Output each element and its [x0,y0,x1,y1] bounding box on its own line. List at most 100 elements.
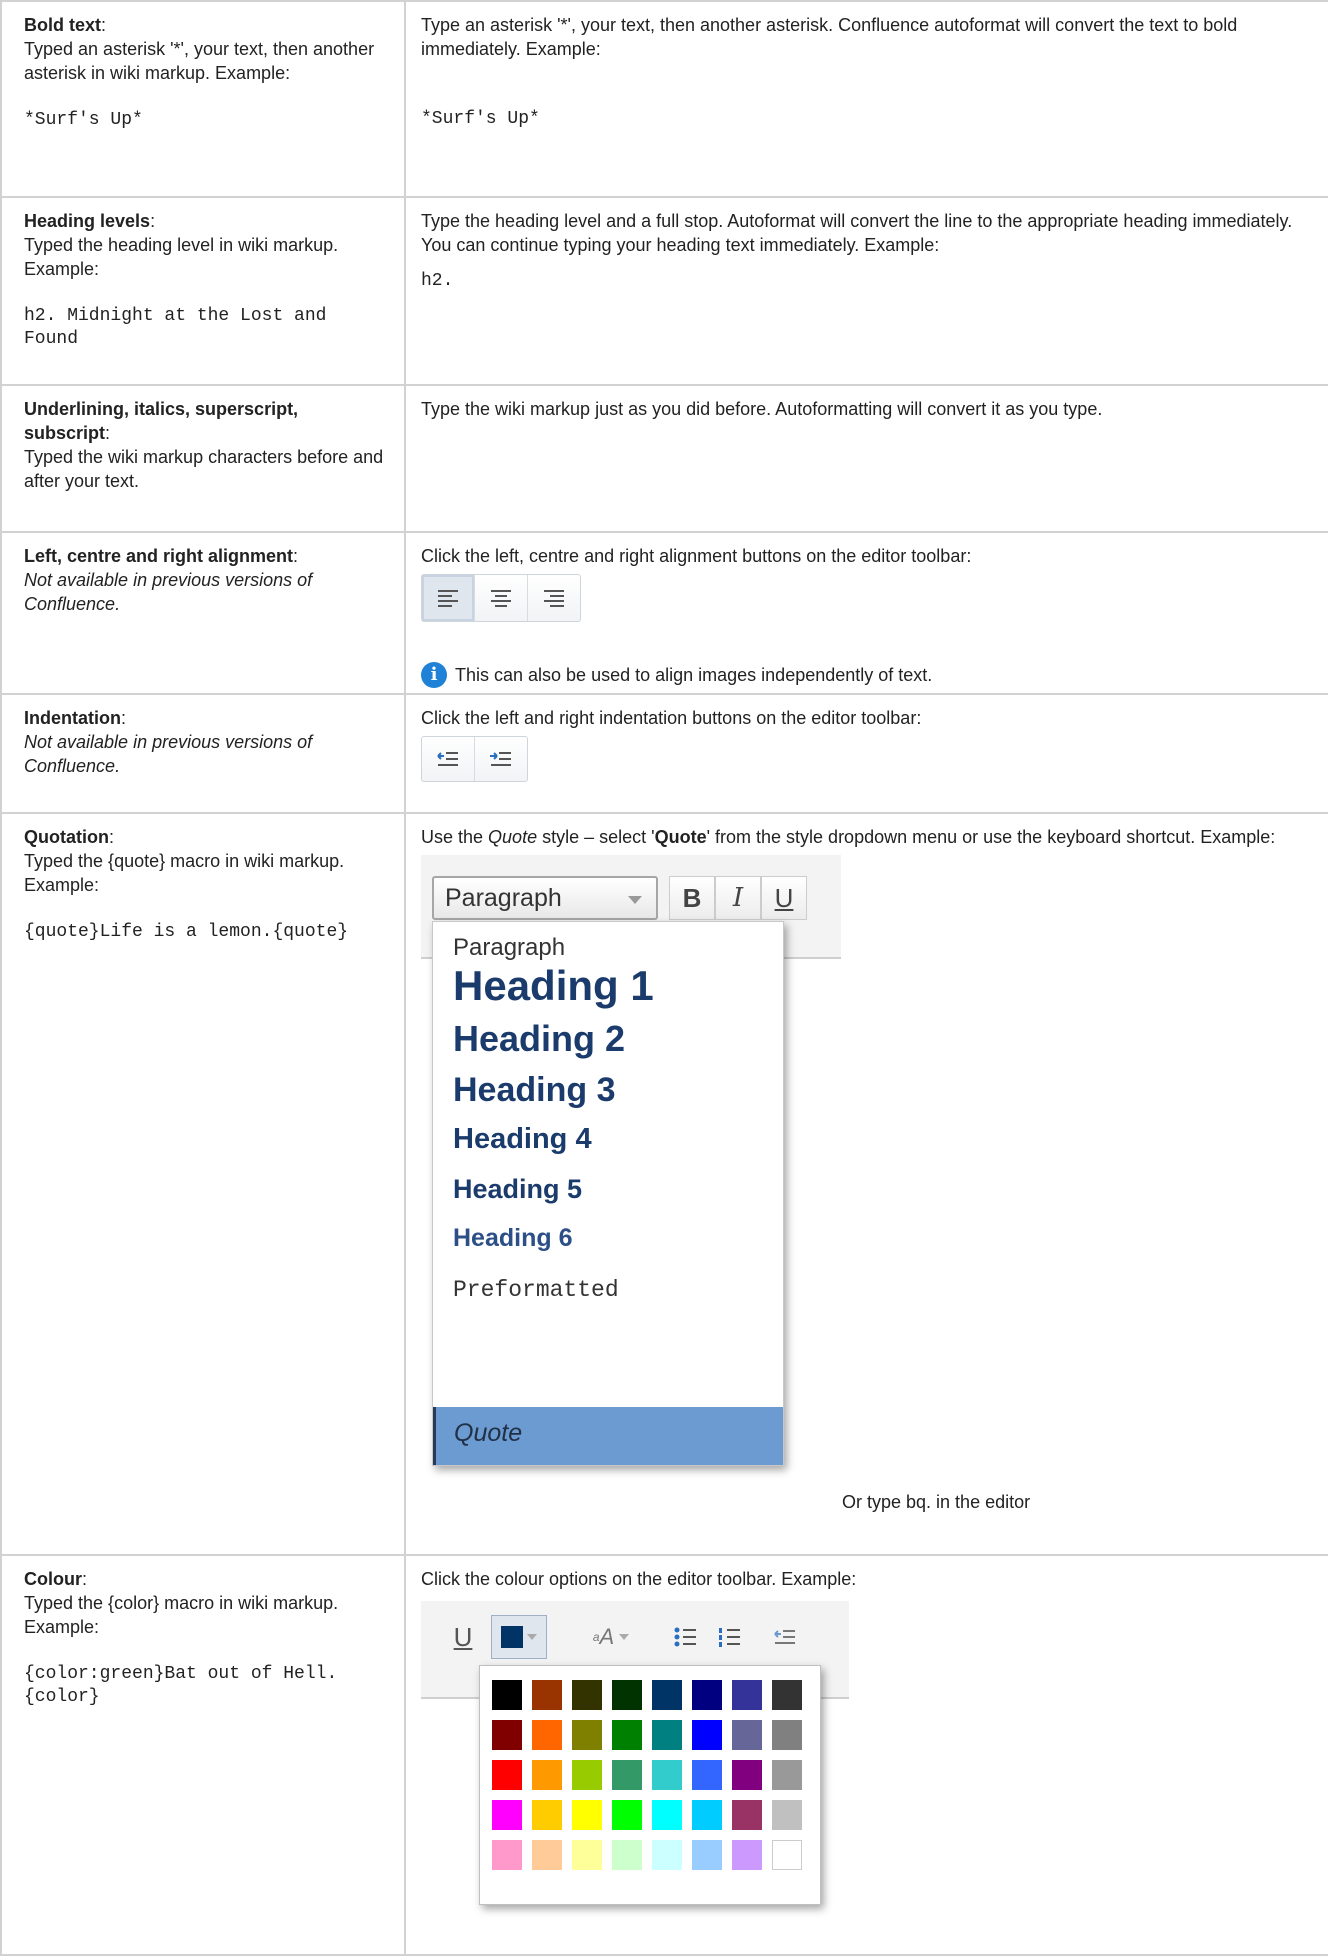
colour-swatch[interactable] [652,1840,682,1870]
colour-swatch[interactable] [652,1680,682,1710]
colour-swatch[interactable] [772,1680,802,1710]
colour-swatch[interactable] [492,1760,522,1790]
font-size-button[interactable]: aA [581,1615,641,1659]
row-desc: Typed the {quote} macro in wiki markup. … [24,851,345,895]
colour-swatch[interactable] [692,1800,722,1830]
outdent-icon [437,752,458,766]
colour-swatch[interactable] [492,1680,522,1710]
menu-item-heading-5[interactable]: Heading 5 [453,1176,582,1203]
new-cell: Click the left and right indentation but… [404,693,1328,814]
colour-swatch[interactable] [612,1720,642,1750]
bold-button[interactable]: B [669,876,715,920]
row-instructions: Click the left and right indentation but… [421,708,922,728]
colour-swatch[interactable] [732,1840,762,1870]
colour-swatch[interactable] [732,1680,762,1710]
outdent-button[interactable] [422,737,475,781]
row-title: Quotation [24,827,109,847]
menu-item-heading-4[interactable]: Heading 4 [453,1125,592,1154]
info-icon: i [421,662,447,688]
old-cell: Bold text: Typed an asterisk '*', your t… [0,0,406,198]
colour-swatch[interactable] [612,1760,642,1790]
table-row: Indentation: Not available in previous v… [0,693,1328,814]
row-desc: Not available in previous versions of Co… [24,732,313,776]
colour-swatch[interactable] [572,1720,602,1750]
menu-item-quote[interactable]: Quote [433,1407,783,1465]
italic-button[interactable]: I [715,876,761,920]
colour-swatch[interactable] [652,1760,682,1790]
colour-swatch[interactable] [612,1800,642,1830]
info-note: i This can also be used to align images … [421,662,1320,688]
colour-swatch[interactable] [532,1720,562,1750]
underline-button[interactable]: U [443,1615,483,1659]
align-left-button[interactable] [422,575,475,621]
indent-button[interactable] [475,737,527,781]
style-dropdown-screenshot: Paragraph B I U Paragraph Heading 1 Head… [421,855,841,1470]
style-select[interactable]: Paragraph [432,876,658,920]
instr-part: Use the [421,827,489,847]
new-cell: Type an asterisk '*', your text, then an… [404,0,1328,198]
colour-swatch[interactable] [772,1800,802,1830]
colour-swatch[interactable] [692,1760,722,1790]
colour-swatch[interactable] [732,1800,762,1830]
colour-swatch[interactable] [652,1800,682,1830]
menu-item-heading-1[interactable]: Heading 1 [453,965,654,1007]
colour-swatch[interactable] [692,1840,722,1870]
font-size-label: A [599,1624,615,1649]
colour-swatch[interactable] [532,1800,562,1830]
menu-item-paragraph[interactable]: Paragraph [453,936,565,960]
colour-swatch[interactable] [692,1680,722,1710]
colour-swatch[interactable] [572,1800,602,1830]
new-cell: Use the Quote style – select 'Quote' fro… [404,812,1328,1556]
colour-swatch[interactable] [572,1840,602,1870]
colour-swatch[interactable] [492,1800,522,1830]
menu-item-heading-3[interactable]: Heading 3 [453,1073,615,1107]
colour-swatch[interactable] [772,1840,802,1870]
outdent-icon [774,1630,795,1644]
old-cell: Heading levels: Typed the heading level … [0,196,406,386]
align-right-button[interactable] [528,575,580,621]
old-cell: Left, centre and right alignment: Not av… [0,531,406,695]
bullet-list-button[interactable] [665,1615,705,1659]
row-instructions: Type the heading level and a full stop. … [421,211,1293,255]
colour-swatch[interactable] [572,1680,602,1710]
colour-swatch[interactable] [652,1720,682,1750]
row-desc: Typed an asterisk '*', your text, then a… [24,39,375,83]
code-example: h2. [421,271,454,291]
colour-swatch[interactable] [732,1720,762,1750]
code-example: h2. Midnight at the Lost and Found [24,306,338,349]
old-cell: Colour: Typed the {color} macro in wiki … [0,1554,406,1956]
colour-swatch[interactable] [692,1720,722,1750]
colour-swatch[interactable] [492,1840,522,1870]
colour-swatch[interactable] [612,1680,642,1710]
old-cell: Indentation: Not available in previous v… [0,693,406,814]
align-right-icon [544,589,564,607]
colour-swatch[interactable] [732,1760,762,1790]
row-desc: Typed the {color} macro in wiki markup. … [24,1593,339,1637]
colour-swatch[interactable] [772,1760,802,1790]
new-cell: Type the wiki markup just as you did bef… [404,384,1328,533]
code-example: *Surf's Up* [421,109,540,129]
menu-item-heading-6[interactable]: Heading 6 [453,1226,572,1251]
numbered-list-button[interactable] [709,1615,749,1659]
colour-swatch[interactable] [492,1720,522,1750]
colour-swatch[interactable] [532,1760,562,1790]
indentation-toolbar [421,736,528,782]
text-colour-button[interactable] [491,1615,547,1659]
code-example: {quote}Life is a lemon.{quote} [24,922,349,942]
colour-swatch[interactable] [532,1840,562,1870]
row-desc: Typed the heading level in wiki markup. … [24,235,339,279]
row-title: Underlining, italics, superscript, subsc… [24,399,299,443]
align-center-button[interactable] [475,575,528,621]
menu-item-preformatted[interactable]: Preformatted [453,1278,619,1302]
colour-swatch[interactable] [612,1840,642,1870]
alternative-note: Or type bq. in the editor [842,1492,1031,1512]
colour-swatch[interactable] [772,1720,802,1750]
row-instructions: Type an asterisk '*', your text, then an… [421,15,1238,59]
outdent-button[interactable] [765,1615,805,1659]
colour-swatch[interactable] [532,1680,562,1710]
underline-button[interactable]: U [761,876,807,920]
colour-swatch[interactable] [572,1760,602,1790]
menu-item-heading-2[interactable]: Heading 2 [453,1021,625,1057]
colour-picker-screenshot: U aA [421,1601,849,1916]
new-cell: Type the heading level and a full stop. … [404,196,1328,386]
